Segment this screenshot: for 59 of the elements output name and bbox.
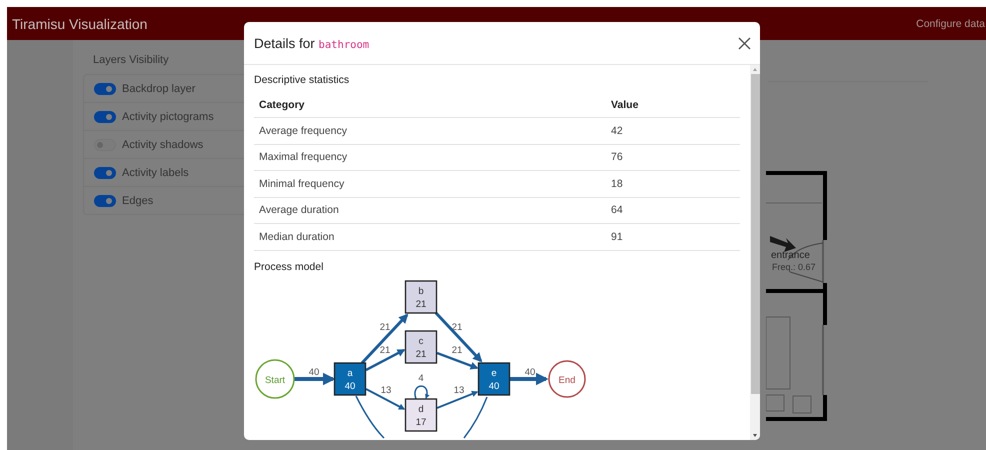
section-heading: Process model <box>254 260 324 274</box>
table-cell: Average frequency <box>254 118 606 144</box>
layer-label: Edges <box>122 194 154 206</box>
node-count: 40 <box>344 380 356 392</box>
edge-arrow <box>366 388 406 410</box>
toggle-switch[interactable] <box>94 138 116 150</box>
node-count: 21 <box>416 298 426 310</box>
edge-arrow <box>414 384 430 399</box>
table-cell: Median duration <box>254 224 606 250</box>
panel-heading: Layers Visibility <box>93 54 170 66</box>
edge-label: 21 <box>380 344 390 356</box>
start-node <box>255 358 295 398</box>
node-label: Start <box>264 374 286 386</box>
app-title: Tiramisu Visualization <box>12 16 148 32</box>
layer-label: Backdrop layer <box>122 82 196 94</box>
edge-label: 13 <box>380 384 392 396</box>
end-node <box>548 360 586 398</box>
table-cell: Maximal frequency <box>254 144 606 170</box>
edge-label: 4 <box>418 372 424 384</box>
column-header: Category <box>254 93 606 118</box>
table-cell: 18 <box>606 170 740 197</box>
node-label: b <box>418 286 424 296</box>
section-heading: Descriptive statistics <box>254 74 350 88</box>
table-cell: 42 <box>606 118 740 144</box>
edge-label: 13 <box>454 384 464 396</box>
node-label: c <box>418 336 424 346</box>
node-count: 21 <box>416 348 426 360</box>
toggle-switch[interactable] <box>94 194 116 206</box>
table-cell: 76 <box>606 144 740 170</box>
close-icon[interactable] <box>738 36 751 50</box>
column-header: Value <box>606 93 740 118</box>
table-cell: Average duration <box>254 197 606 224</box>
node-count: 40 <box>488 380 500 392</box>
toggle-switch[interactable] <box>94 82 116 94</box>
node-label: e <box>491 368 497 378</box>
toggle-switch[interactable] <box>94 110 116 122</box>
node-label: End <box>558 374 576 386</box>
edge-label: 40 <box>524 366 536 378</box>
node-label: d <box>418 404 424 414</box>
room-label: entrance <box>771 250 810 261</box>
toggle-switch[interactable] <box>94 166 116 178</box>
node-count: 17 <box>416 416 426 428</box>
dialog-title: Details for bathroom <box>254 36 370 50</box>
edge-label: 21 <box>452 344 462 356</box>
scrollbar[interactable] <box>750 65 760 440</box>
table-cell: 91 <box>606 224 740 250</box>
configure-data-link[interactable]: Configure data <box>916 18 985 30</box>
room-frequency: Freq.: 0.67 <box>772 262 816 272</box>
node-label: a <box>347 368 353 378</box>
layer-label: Activity labels <box>122 166 189 178</box>
edge-line <box>355 395 385 438</box>
table-cell: 64 <box>606 197 740 224</box>
table-cell: Minimal frequency <box>254 170 606 197</box>
layer-label: Activity pictograms <box>122 110 214 122</box>
edge-label: 40 <box>308 366 320 378</box>
edge-label: 21 <box>380 322 390 332</box>
edge-line <box>463 396 488 438</box>
edge-label: 21 <box>452 322 462 332</box>
layer-label: Activity shadows <box>122 138 204 150</box>
